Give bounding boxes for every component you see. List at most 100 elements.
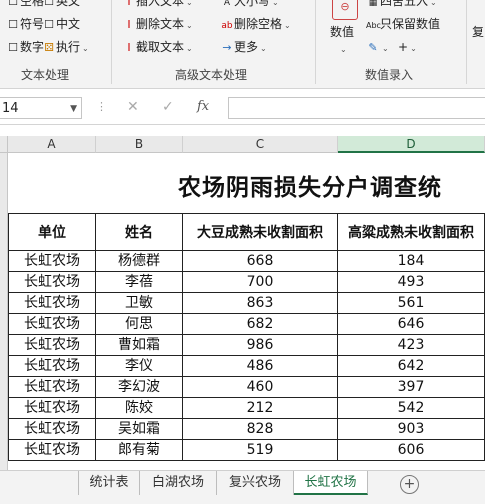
formula-input[interactable] — [228, 97, 485, 119]
case-icon: A — [223, 0, 231, 8]
chevron-down-icon: ⌄ — [410, 44, 417, 53]
sorghum-area-cell[interactable]: 184 — [338, 251, 485, 272]
sorghum-area-cell[interactable]: 642 — [338, 356, 485, 377]
ribbon-edit-button[interactable]: ✎ ⌄ — [366, 39, 389, 57]
ribbon-round-button[interactable]: ▦ 四舍五入 ⌄ — [366, 0, 437, 11]
ribbon-separator — [466, 0, 467, 84]
ribbon-space-button[interactable]: ☐ 空格 — [6, 0, 44, 10]
checkbox-icon: ☐ — [44, 18, 54, 31]
chevron-down-icon: ▼ — [70, 104, 77, 114]
column-header-d[interactable]: D — [338, 136, 485, 153]
sorghum-area-cell[interactable]: 423 — [338, 335, 485, 356]
table-header-unit[interactable]: 单位 — [8, 213, 96, 251]
chevron-down-icon: ⌄ — [186, 21, 193, 30]
unit-cell[interactable]: 长虹农场 — [8, 398, 96, 419]
ribbon-more-button[interactable]: → 更多 ⌄ — [220, 39, 266, 57]
unit-cell[interactable]: 长虹农场 — [8, 440, 96, 461]
unit-cell[interactable]: 长虹农场 — [8, 335, 96, 356]
table-header-sorghum-area[interactable]: 高粱成熟未收割面积 — [338, 213, 485, 251]
extract-text-icon: Ⅰ — [127, 41, 131, 54]
sorghum-area-cell[interactable]: 493 — [338, 272, 485, 293]
insert-text-icon: Ⅰ — [127, 0, 131, 8]
name-cell[interactable]: 陈姣 — [96, 398, 183, 419]
sorghum-area-cell[interactable]: 397 — [338, 377, 485, 398]
name-cell[interactable]: 李幻波 — [96, 377, 183, 398]
name-cell[interactable]: 李蓓 — [96, 272, 183, 293]
add-sheet-icon[interactable]: + — [400, 475, 419, 494]
select-all-corner[interactable] — [0, 136, 8, 153]
chevron-down-icon: ⌄ — [186, 44, 193, 53]
row-header-strip — [0, 153, 8, 470]
sorghum-area-cell[interactable]: 542 — [338, 398, 485, 419]
unit-cell[interactable]: 长虹农场 — [8, 272, 96, 293]
soybean-area-cell[interactable]: 486 — [183, 356, 338, 377]
round-icon: ▦ — [368, 0, 378, 8]
table-header-soybean-area[interactable]: 大豆成熟未收割面积 — [183, 213, 338, 251]
unit-cell[interactable]: 长虹农场 — [8, 251, 96, 272]
chevron-down-icon: ⌄ — [272, 0, 279, 7]
chevron-down-icon: ⌄ — [284, 21, 291, 30]
confirm-icon[interactable]: ✓ — [162, 99, 174, 115]
unit-cell[interactable]: 长虹农场 — [8, 314, 96, 335]
cancel-icon[interactable]: ✕ — [127, 99, 139, 115]
ribbon-symbol-button[interactable]: ☐ 符号 — [6, 16, 44, 33]
ribbon-insert-text-button[interactable]: Ⅰ 插入文本 ⌄ — [122, 0, 192, 11]
soybean-area-cell[interactable]: 682 — [183, 314, 338, 335]
ribbon-copy-button[interactable]: 复 — [472, 24, 484, 40]
edit-icon: ✎ — [368, 41, 378, 54]
ribbon-english-button[interactable]: ☐ 英文 — [42, 0, 80, 10]
unit-cell[interactable]: 长虹农场 — [8, 419, 96, 440]
sheet-tab-bar: 统计表 白湖农场 复兴农场 长虹农场 + — [0, 470, 485, 504]
name-box[interactable]: 14 ▼ — [0, 97, 82, 119]
soybean-area-cell[interactable]: 212 — [183, 398, 338, 419]
ribbon-extract-text-button[interactable]: Ⅰ 截取文本 ⌄ — [122, 39, 193, 57]
name-cell[interactable]: 吴如霜 — [96, 419, 183, 440]
column-header-c[interactable]: C — [183, 136, 338, 153]
checkbox-icon: ☐ — [8, 18, 18, 31]
name-cell[interactable]: 郎有菊 — [96, 440, 183, 461]
more-options-icon[interactable]: ⋮ — [96, 100, 107, 113]
worksheet-grid[interactable]: 农场阴雨损失分户调查统 单位 姓名 大豆成熟未收割面积 高粱成熟未收割面积 长虹农场 杨德… — [8, 153, 485, 470]
ribbon-delete-text-button[interactable]: Ⅰ 删除文本 ⌄ — [122, 16, 193, 34]
ribbon-separator — [315, 0, 316, 84]
chevron-down-icon: ⌄ — [382, 44, 389, 53]
unit-cell[interactable]: 长虹农场 — [8, 356, 96, 377]
ribbon-number-button[interactable]: ☐ 数字 — [6, 39, 44, 56]
group-label-advanced-text: 高级文本处理 — [175, 68, 248, 82]
execute-icon: ⚄ — [44, 41, 54, 54]
soybean-area-cell[interactable]: 519 — [183, 440, 338, 461]
soybean-area-cell[interactable]: 668 — [183, 251, 338, 272]
tab-changhong-farm[interactable]: 长虹农场 — [294, 471, 368, 495]
ribbon-value-button[interactable]: 数值 — [330, 24, 354, 40]
soybean-area-cell[interactable]: 460 — [183, 377, 338, 398]
sorghum-area-cell[interactable]: 903 — [338, 419, 485, 440]
name-cell[interactable]: 卫敏 — [96, 293, 183, 314]
sorghum-area-cell[interactable]: 561 — [338, 293, 485, 314]
sorghum-area-cell[interactable]: 646 — [338, 314, 485, 335]
formula-bar: 14 ▼ ⋮ ✕ ✓ fx — [0, 94, 485, 125]
soybean-area-cell[interactable]: 700 — [183, 272, 338, 293]
name-cell[interactable]: 曹如霜 — [96, 335, 183, 356]
table-header-name[interactable]: 姓名 — [96, 213, 183, 251]
soybean-area-cell[interactable]: 828 — [183, 419, 338, 440]
ribbon-chinese-button[interactable]: ☐ 中文 — [42, 16, 80, 33]
unit-cell[interactable]: 长虹农场 — [8, 293, 96, 314]
ribbon-keep-value-button[interactable]: Abc只保留数值 — [366, 16, 440, 34]
ribbon-execute-button[interactable]: ⚄ 执行 ⌄ — [42, 39, 89, 57]
soybean-area-cell[interactable]: 863 — [183, 293, 338, 314]
tab-statistics[interactable]: 统计表 — [78, 471, 140, 495]
name-cell[interactable]: 李仪 — [96, 356, 183, 377]
name-cell[interactable]: 杨德群 — [96, 251, 183, 272]
insert-function-button[interactable]: fx — [197, 99, 209, 114]
ribbon-plus-button[interactable]: + ⌄ — [398, 39, 417, 57]
unit-cell[interactable]: 长虹农场 — [8, 377, 96, 398]
tab-fuxing-farm[interactable]: 复兴农场 — [217, 471, 294, 495]
tab-baihu-farm[interactable]: 白湖农场 — [140, 471, 217, 495]
column-header-b[interactable]: B — [96, 136, 183, 153]
column-header-a[interactable]: A — [8, 136, 96, 153]
ribbon-remove-space-button[interactable]: ab删除空格 ⌄ — [220, 16, 291, 34]
sorghum-area-cell[interactable]: 606 — [338, 440, 485, 461]
name-cell[interactable]: 何思 — [96, 314, 183, 335]
ribbon-case-button[interactable]: A 大小写 ⌄ — [220, 0, 279, 11]
soybean-area-cell[interactable]: 986 — [183, 335, 338, 356]
